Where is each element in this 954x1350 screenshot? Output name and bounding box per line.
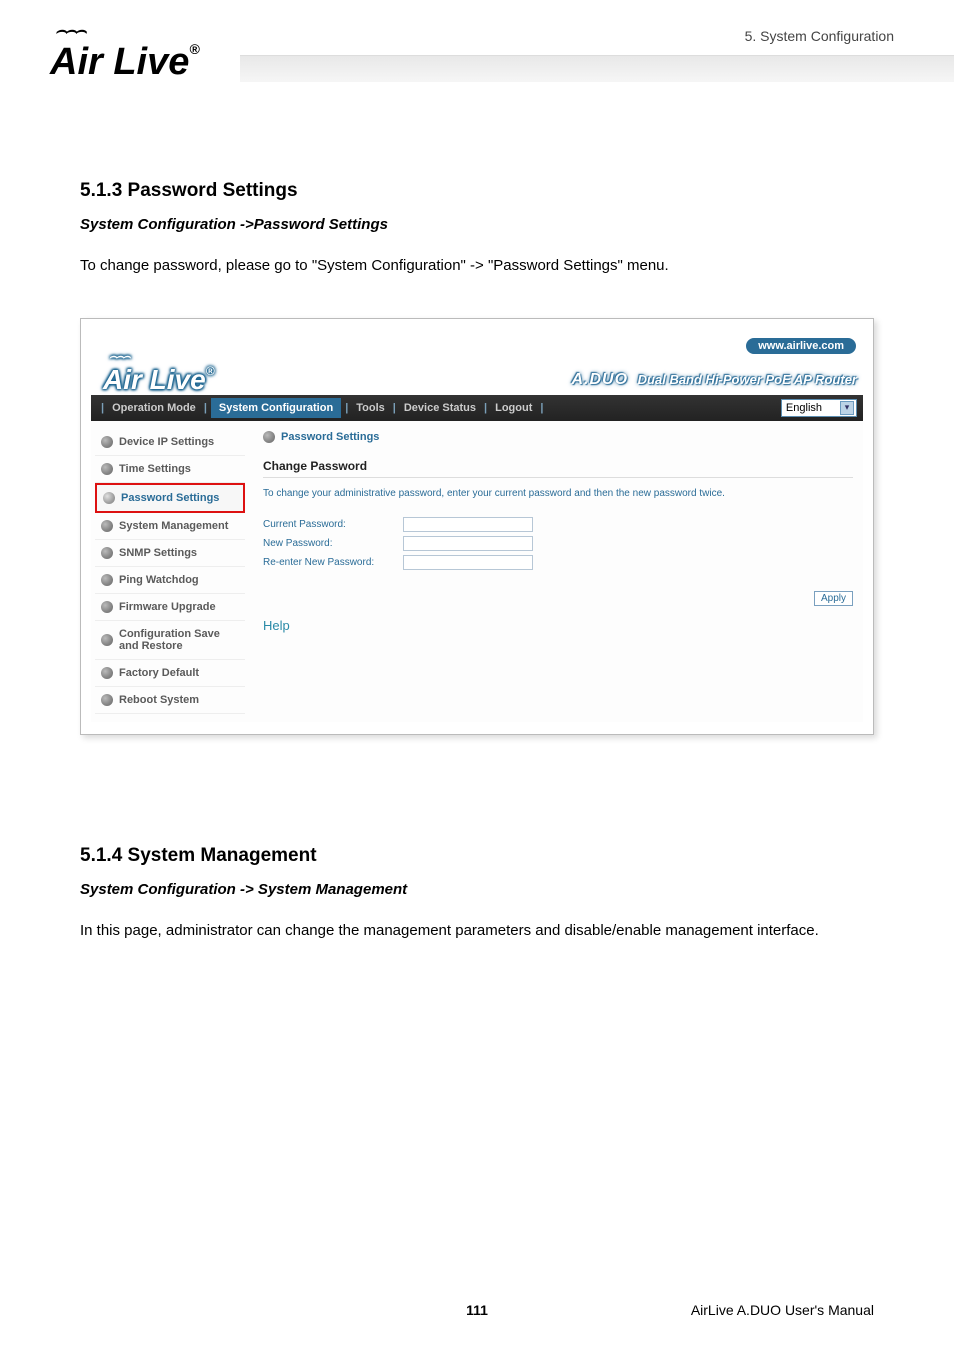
bullet-icon: [101, 667, 113, 679]
label-new-password: New Password:: [263, 538, 403, 549]
nav-sep: |: [200, 402, 211, 414]
tab-system-configuration[interactable]: System Configuration: [211, 398, 341, 418]
sidebar-item-system-management[interactable]: System Management: [95, 513, 245, 540]
product-label: A.DUO Dual Band Hi-Power PoE AP Router: [571, 371, 857, 389]
bullet-icon: [103, 492, 115, 504]
manual-title: AirLive A.DUO User's Manual: [691, 1302, 874, 1318]
logo-arc-icon: ⌢⌢⌢: [55, 20, 200, 41]
sidebar-item-label: Time Settings: [119, 463, 191, 475]
breadcrumb: 5. System Configuration: [745, 28, 894, 44]
new-password-input[interactable]: [403, 536, 533, 551]
nav-sep: |: [480, 402, 491, 414]
sidebar-item-factory-default[interactable]: Factory Default: [95, 660, 245, 687]
chevron-down-icon: ▾: [840, 401, 854, 415]
bullet-icon: [101, 694, 113, 706]
tab-logout[interactable]: Logout: [491, 402, 536, 414]
language-select[interactable]: English ▾: [781, 399, 857, 417]
sidebar-item-label: Firmware Upgrade: [119, 601, 216, 613]
bullet-icon: [101, 574, 113, 586]
section-514-path: System Configuration -> System Managemen…: [80, 881, 874, 898]
sidebar-item-password[interactable]: Password Settings: [95, 483, 245, 513]
section-514-body: In this page, administrator can change t…: [80, 920, 874, 943]
sidebar-item-label: Password Settings: [121, 492, 219, 504]
sidebar-item-label: Reboot System: [119, 694, 199, 706]
product-desc: Dual Band Hi-Power PoE AP Router: [638, 372, 857, 387]
tab-operation-mode[interactable]: Operation Mode: [108, 402, 200, 414]
language-value: English: [786, 402, 822, 414]
nav-sep: |: [97, 402, 108, 414]
section-514-title: 5.1.4 System Management: [80, 845, 874, 867]
bullet-icon: [101, 436, 113, 448]
sidebar-item-label: SNMP Settings: [119, 547, 197, 559]
sidebar-item-config-save-restore[interactable]: Configuration Save and Restore: [95, 621, 245, 660]
sidebar: Device IP Settings Time Settings Passwor…: [91, 421, 249, 722]
sidebar-item-reboot[interactable]: Reboot System: [95, 687, 245, 714]
current-password-input[interactable]: [403, 517, 533, 532]
panel-description: To change your administrative password, …: [263, 488, 853, 499]
url-badge[interactable]: www.airlive.com: [745, 337, 857, 355]
logo-reg: ®: [189, 41, 199, 57]
top-nav: | Operation Mode | System Configuration …: [91, 395, 863, 421]
section-513-title: 5.1.3 Password Settings: [80, 180, 874, 202]
bullet-icon: [101, 634, 113, 646]
airlive-logo: ⌢⌢⌢ Air Live®: [50, 20, 200, 84]
panel-breadcrumb[interactable]: Password Settings: [263, 431, 853, 443]
panel-breadcrumb-label: Password Settings: [281, 431, 379, 443]
bullet-icon: [101, 520, 113, 532]
sidebar-item-label: Ping Watchdog: [119, 574, 199, 586]
sidebar-item-label: Device IP Settings: [119, 436, 214, 448]
bullet-icon: [101, 547, 113, 559]
sidebar-item-firmware[interactable]: Firmware Upgrade: [95, 594, 245, 621]
shot-logo-reg: ®: [206, 364, 215, 378]
sidebar-item-label: Configuration Save and Restore: [119, 628, 239, 652]
label-current-password: Current Password:: [263, 519, 403, 530]
nav-sep: |: [341, 402, 352, 414]
nav-sep: |: [389, 402, 400, 414]
bullet-icon: [101, 463, 113, 475]
sidebar-item-device-ip[interactable]: Device IP Settings: [95, 429, 245, 456]
tab-device-status[interactable]: Device Status: [400, 402, 480, 414]
shot-logo-text: Air Live: [103, 364, 206, 395]
logo-text: Air Live: [50, 41, 189, 83]
label-reenter-password: Re-enter New Password:: [263, 557, 403, 568]
nav-sep: |: [536, 402, 547, 414]
sidebar-item-label: System Management: [119, 520, 228, 532]
product-model: A.DUO: [571, 371, 628, 388]
main-panel: Password Settings Change Password To cha…: [249, 421, 863, 722]
header-swoosh: [240, 82, 954, 117]
sidebar-item-snmp[interactable]: SNMP Settings: [95, 540, 245, 567]
panel-heading: Change Password: [263, 455, 853, 478]
apply-button[interactable]: Apply: [814, 591, 853, 606]
section-513-body: To change password, please go to "System…: [80, 255, 874, 278]
sidebar-item-label: Factory Default: [119, 667, 199, 679]
sidebar-item-time[interactable]: Time Settings: [95, 456, 245, 483]
ui-screenshot: ⌢⌢⌢ Air Live® www.airlive.com A.DUO Dual…: [80, 318, 874, 735]
bullet-icon: [263, 431, 275, 443]
help-link[interactable]: Help: [263, 618, 290, 633]
section-513-path: System Configuration ->Password Settings: [80, 216, 874, 233]
sidebar-item-ping-watchdog[interactable]: Ping Watchdog: [95, 567, 245, 594]
tab-tools[interactable]: Tools: [352, 402, 389, 414]
reenter-password-input[interactable]: [403, 555, 533, 570]
bullet-icon: [101, 601, 113, 613]
page-number: 111: [466, 1302, 488, 1318]
